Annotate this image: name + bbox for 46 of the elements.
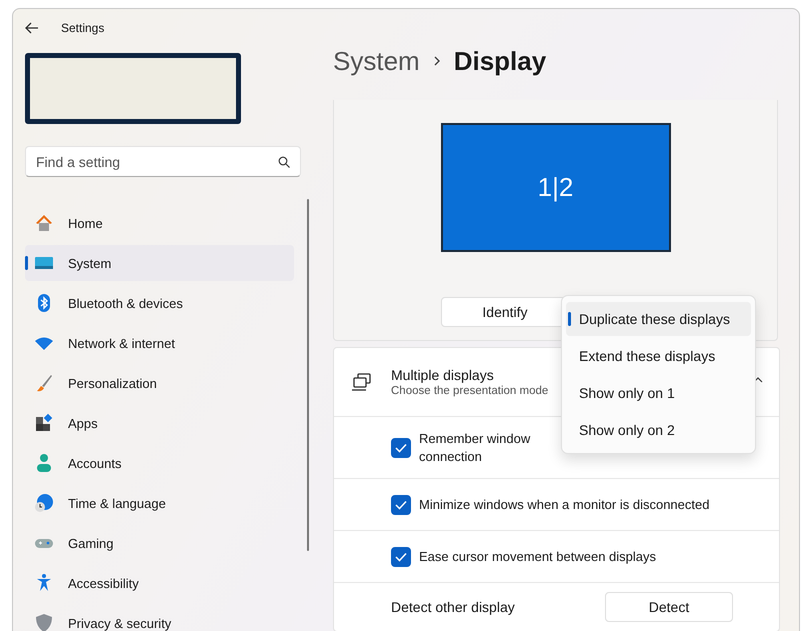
section-title: Multiple displays xyxy=(391,367,495,383)
checkbox-label: Ease cursor movement between displays xyxy=(419,548,656,566)
menu-option[interactable]: Extend these displays xyxy=(566,339,751,373)
nav-item[interactable]: Personalization xyxy=(25,365,294,401)
nav-item[interactable]: Bluetooth & devices xyxy=(25,285,294,321)
section-subtitle: Choose the presentation mode xyxy=(391,385,548,397)
house-icon xyxy=(34,213,54,233)
checkbox-label: Remember window xyxy=(419,430,530,448)
menu-option[interactable]: Duplicate these displays xyxy=(566,302,751,336)
checkbox[interactable] xyxy=(391,438,411,458)
apps-icon xyxy=(34,413,54,433)
scrollbar[interactable] xyxy=(307,199,309,551)
setting-label: Detect other display xyxy=(391,599,516,615)
nav-item[interactable]: Time & language xyxy=(25,485,294,521)
nav-item[interactable]: Privacy & security xyxy=(25,605,294,631)
back-arrow-icon[interactable] xyxy=(25,21,39,35)
checkbox[interactable] xyxy=(391,546,411,566)
search-field[interactable]: Find a setting xyxy=(25,146,301,177)
nav-item[interactable]: Accessibility xyxy=(25,565,294,601)
nav-item[interactable]: System xyxy=(25,245,294,281)
nav-item[interactable]: Accounts xyxy=(25,445,294,481)
window-title: Settings xyxy=(61,21,104,35)
search-input[interactable]: Find a setting xyxy=(36,154,278,170)
menu-option[interactable]: Show only on 2 xyxy=(566,413,751,447)
monitors-icon xyxy=(351,372,373,392)
brush-icon xyxy=(34,373,54,393)
checkmark-icon xyxy=(395,442,407,452)
checkbox[interactable] xyxy=(391,494,411,514)
menu-option[interactable]: Show only on 1 xyxy=(566,376,751,410)
shield-icon xyxy=(34,613,54,631)
nav-item[interactable]: Home xyxy=(25,205,294,241)
nav-item[interactable]: Apps xyxy=(25,405,294,441)
globe-clock-icon xyxy=(34,493,54,513)
person-icon xyxy=(34,453,54,473)
checkbox-label: Minimize windows when a monitor is disconnected xyxy=(419,496,710,514)
search-icon xyxy=(278,156,290,168)
checkbox-label: connection xyxy=(419,448,482,466)
display-tile[interactable]: 1|2 xyxy=(440,123,670,252)
page-title: Display xyxy=(454,46,546,76)
breadcrumb-parent[interactable]: System xyxy=(333,46,420,76)
nav-item[interactable]: Gaming xyxy=(25,525,294,561)
chevron-right-icon xyxy=(432,55,442,67)
nav-item[interactable]: Network & internet xyxy=(25,325,294,361)
checkmark-icon xyxy=(395,500,407,510)
detect-button[interactable]: Detect xyxy=(605,592,733,622)
checkmark-icon xyxy=(395,552,407,562)
